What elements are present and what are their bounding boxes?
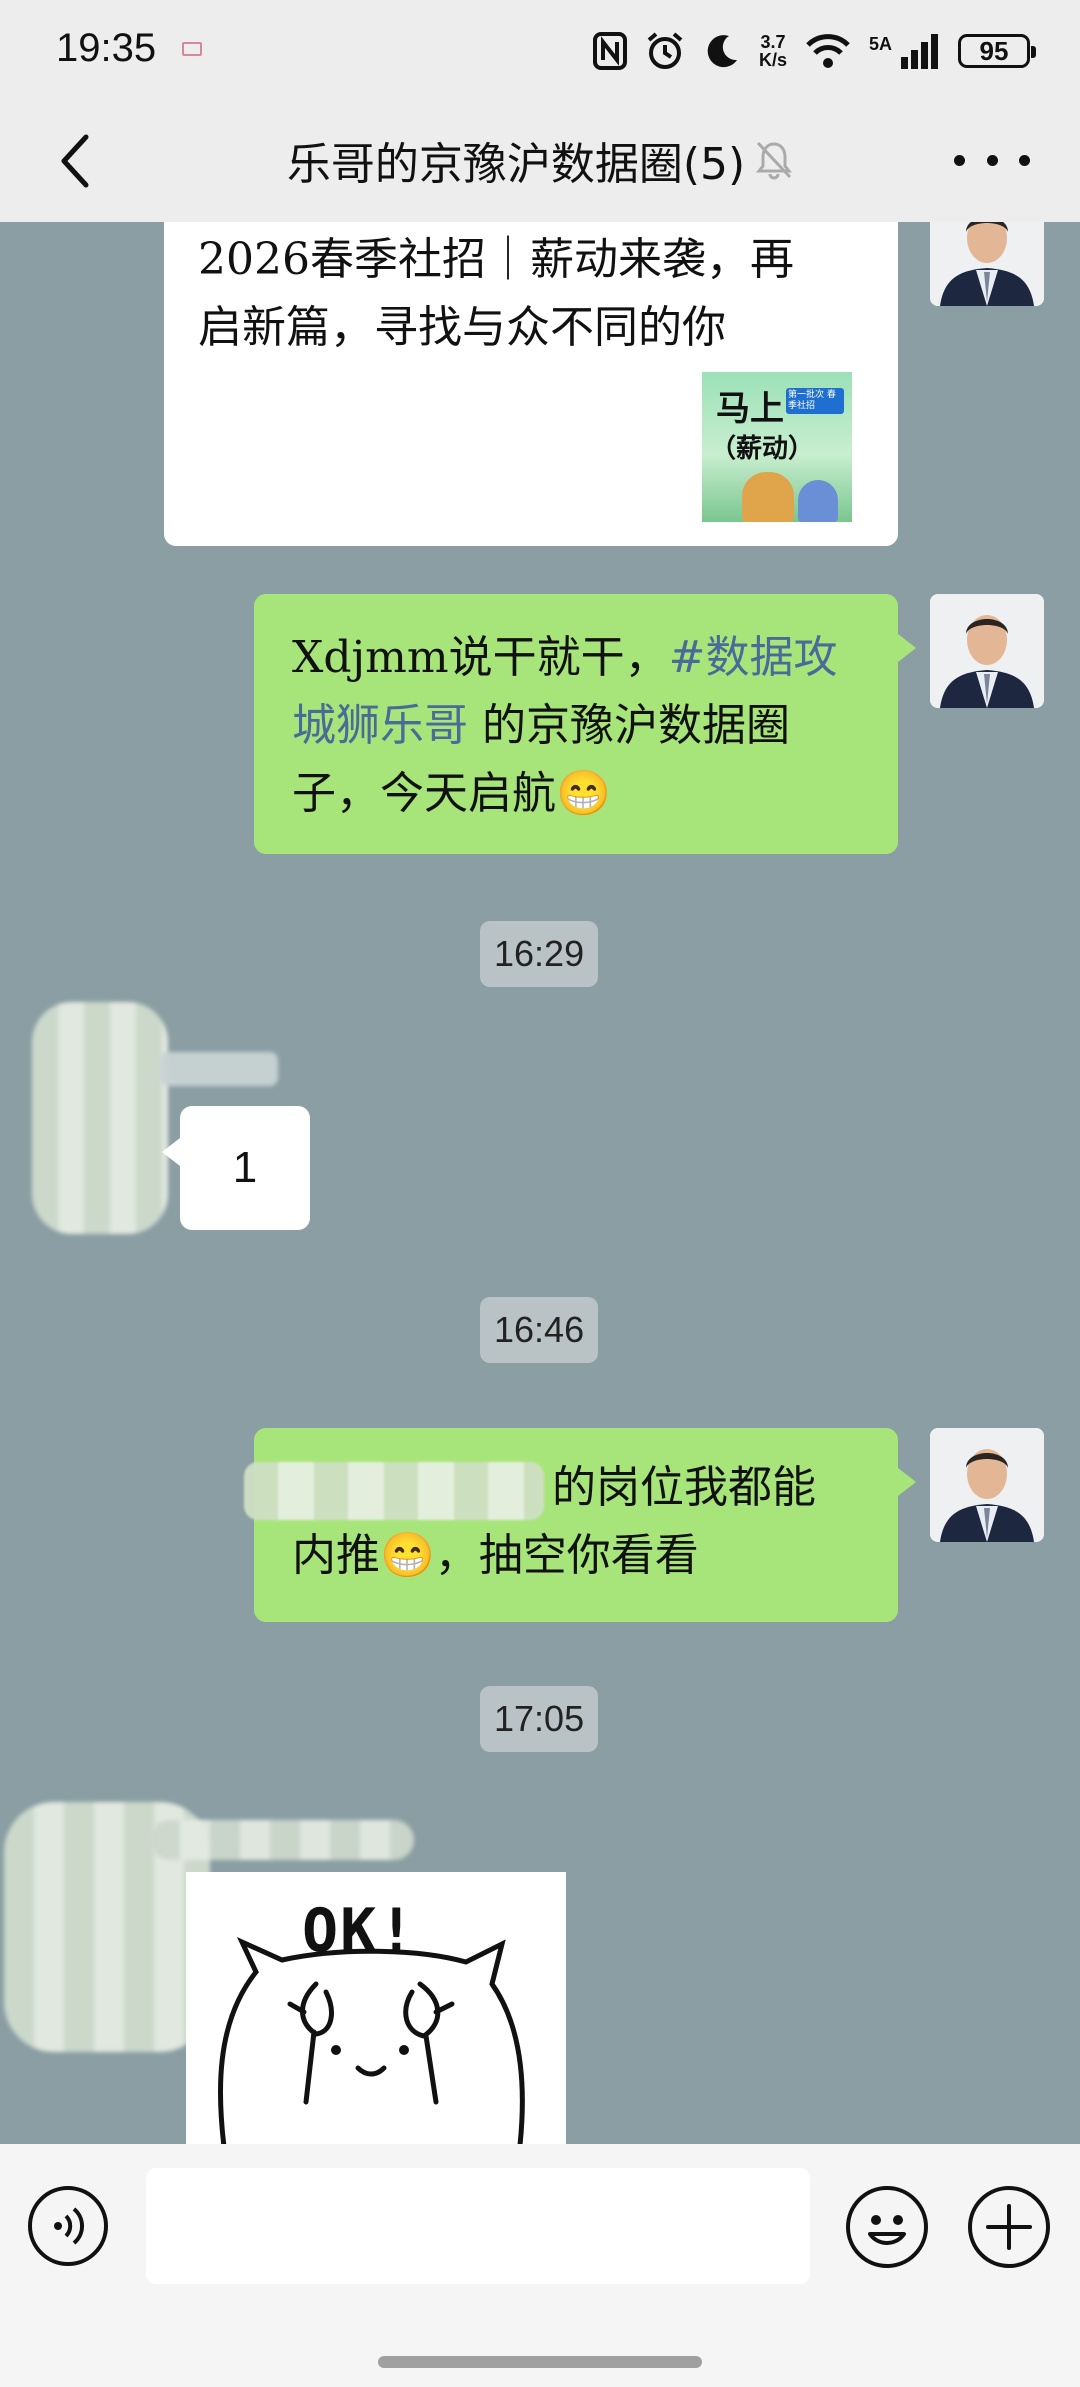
card-thumbnail: 马上 第一批次 春季社招 （薪动） (702, 372, 852, 522)
blurred-sender-name (160, 1052, 278, 1086)
battery-icon: 95 (958, 34, 1036, 68)
alarm-icon (647, 32, 683, 69)
wifi-icon (806, 34, 850, 68)
shared-card-message[interactable]: 2026春季社招｜薪动来袭，再 启新篇，寻找与众不同的你 马上 第一批次 春季社… (164, 222, 898, 546)
voice-button[interactable] (28, 2186, 108, 2266)
signal-icon (901, 34, 938, 69)
plus-button[interactable] (968, 2186, 1050, 2268)
card-thumbnail-title-1: 马上 (716, 389, 784, 429)
message-line-3: 子，今天启航😁 (292, 768, 611, 819)
timestamp: 16:29 (480, 921, 599, 987)
avatar[interactable] (930, 1428, 1044, 1542)
message-text: 1 (232, 1143, 258, 1192)
more-dots-icon (954, 154, 965, 166)
mail-icon (182, 42, 202, 56)
received-message[interactable]: 1 (162, 1106, 310, 1230)
hashtag-link-continued[interactable]: 城狮乐哥 (292, 700, 468, 751)
net-speed: 3.7 K/s (758, 32, 787, 70)
chat-title: 乐哥的京豫沪数据圈(5) (286, 139, 746, 190)
timestamp: 16:46 (480, 1297, 599, 1363)
emoji-button[interactable] (846, 2186, 928, 2268)
card-thumbnail-title-2: （薪动） (710, 434, 815, 464)
message-line-1: Xdjmm说干就干，#数据攻 (292, 632, 838, 683)
input-bar (0, 2144, 1080, 2387)
message-line-2: 内推😁，抽空你看看 (292, 1530, 699, 1581)
emoji-icon (868, 2215, 906, 2245)
timestamp: 17:05 (480, 1686, 599, 1752)
bell-off-icon (756, 141, 793, 180)
sent-message[interactable]: Xdjmm说干就干，#数据攻 城狮乐哥 的京豫沪数据圈 子，今天启航😁 (254, 594, 916, 854)
nfc-icon (592, 32, 627, 70)
card-thumbnail-figure (742, 472, 794, 522)
message-input[interactable] (146, 2168, 810, 2284)
message-line-2: 城狮乐哥 的京豫沪数据圈 (292, 700, 790, 751)
chat-messages[interactable]: 2026春季社招｜薪动来袭，再 启新篇，寻找与众不同的你 马上 第一批次 春季社… (0, 222, 1080, 2144)
status-bar: 19:35 3.7 K/s 5A 95 (0, 0, 1080, 100)
blurred-sender-name (150, 1820, 414, 1860)
voice-icon (54, 2207, 85, 2245)
hashtag-link[interactable]: #数据攻 (669, 632, 838, 683)
moon-icon (707, 35, 737, 68)
chat-title-container: 乐哥的京豫沪数据圈(5) (0, 128, 1080, 192)
avatar[interactable] (930, 594, 1044, 708)
blurred-text (244, 1461, 544, 1520)
sent-message[interactable]: 的岗位我都能 内推😁，抽空你看看 (244, 1428, 916, 1622)
avatar-portrait (930, 1428, 1044, 1542)
avatar-portrait (930, 222, 1044, 306)
status-icons: 3.7 K/s 5A 95 (592, 28, 1036, 74)
signal-label: 5A (868, 33, 892, 54)
card-title-line-2: 启新篇，寻找与众不同的你 (198, 302, 726, 353)
home-indicator[interactable] (378, 2356, 702, 2368)
blurred-avatar[interactable] (32, 1002, 168, 1234)
card-thumbnail-badge: 第一批次 春季社招 (786, 388, 844, 414)
sticker-message[interactable]: OK! (186, 1872, 566, 2144)
plus-icon (986, 2204, 1032, 2250)
avatar-portrait (930, 594, 1044, 708)
message-line-1: 的岗位我都能 (244, 1454, 898, 1522)
chat-header: 乐哥的京豫沪数据圈(5) (0, 100, 1080, 222)
cat-sticker-drawing (217, 1936, 525, 2144)
card-thumbnail-figure-2 (798, 480, 838, 522)
more-button[interactable] (954, 130, 1030, 190)
card-title-line-1: 2026春季社招｜薪动来袭，再 (198, 234, 794, 285)
avatar[interactable] (930, 222, 1044, 306)
status-time: 19:35 (56, 26, 157, 70)
